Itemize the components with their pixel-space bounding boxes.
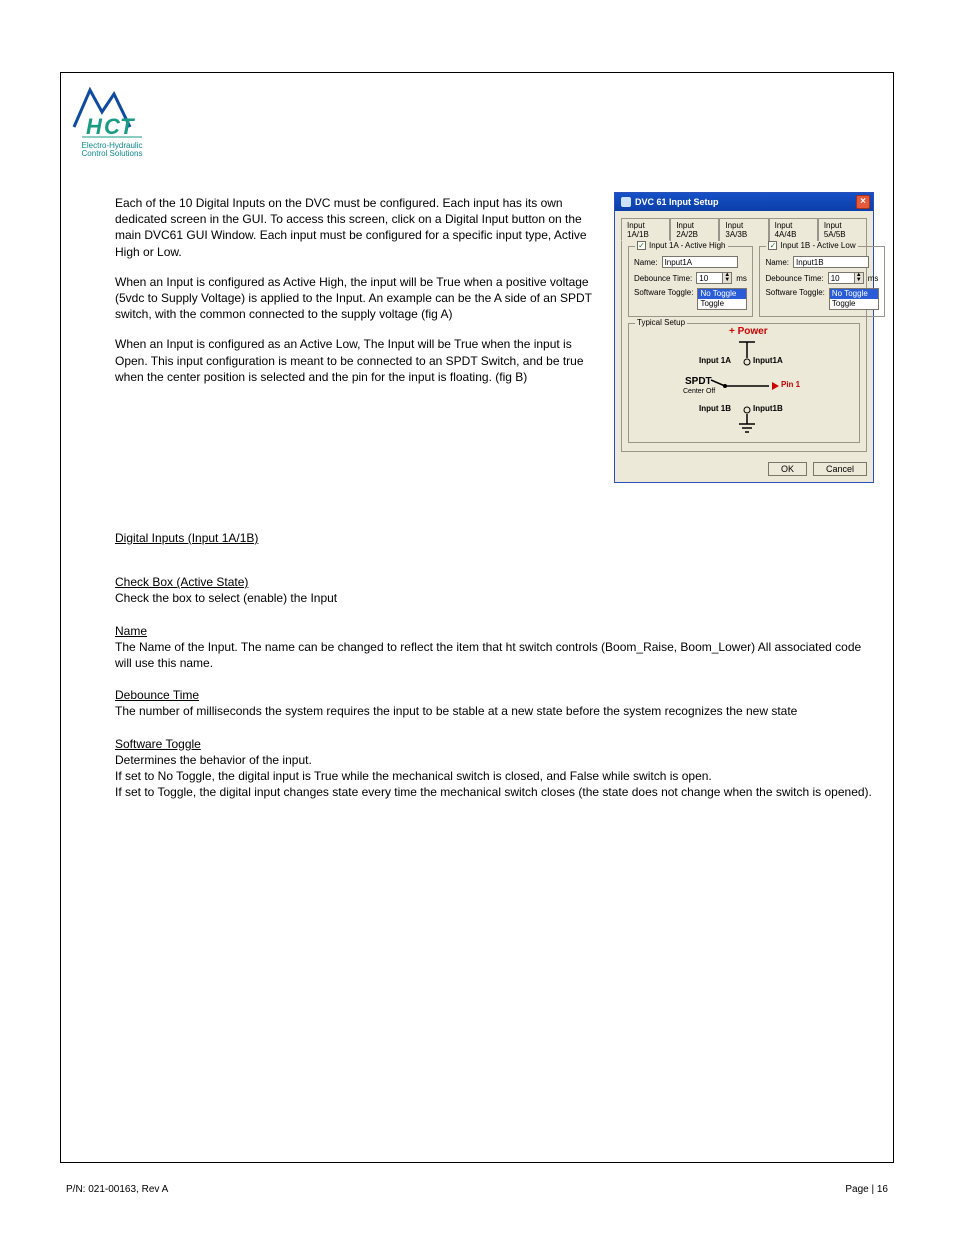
intro-paragraph-3: When an Input is configured as an Active… <box>115 336 595 385</box>
section-digital-inputs-heading: Digital Inputs (Input 1A/1B) <box>115 531 258 545</box>
section-name-text: The Name of the Input. The name can be c… <box>115 640 861 670</box>
intro-paragraph-2: When an Input is configured as Active Hi… <box>115 274 595 323</box>
dialog-title: DVC 61 Input Setup <box>635 197 719 207</box>
debounce-value-1a[interactable]: 10 <box>696 272 722 284</box>
section-checkbox-heading: Check Box (Active State) <box>115 575 248 589</box>
toggle-label-1b: Software Toggle: <box>765 288 824 297</box>
checkbox-input-1a[interactable]: ✓ <box>637 241 646 250</box>
name-field-1a[interactable]: Input1A <box>662 256 738 268</box>
svg-text:C: C <box>104 114 121 139</box>
section-toggle-heading: Software Toggle <box>115 737 201 751</box>
debounce-label-1a: Debounce Time: <box>634 274 692 283</box>
intro-text-block: Each of the 10 Digital Inputs on the DVC… <box>115 195 595 399</box>
spinner-arrows-icon[interactable]: ▲▼ <box>854 272 864 284</box>
toggle-option-no-toggle-1a[interactable]: No Toggle <box>698 289 746 299</box>
tab-input-3[interactable]: Input 3A/3B <box>719 218 768 241</box>
tab-input-4[interactable]: Input 4A/4B <box>769 218 818 241</box>
group-input-1a: ✓ Input 1A - Active High Name: Input1A D… <box>628 246 753 317</box>
footer-page-number: Page | 16 <box>845 1184 888 1195</box>
close-icon[interactable]: × <box>856 195 870 209</box>
section-checkbox-text: Check the box to select (enable) the Inp… <box>115 591 337 605</box>
spinner-arrows-icon[interactable]: ▲▼ <box>722 272 732 284</box>
debounce-unit-1a: ms <box>736 274 747 283</box>
toggle-label-1a: Software Toggle: <box>634 288 693 297</box>
app-icon <box>621 197 631 207</box>
tab-input-5[interactable]: Input 5A/5B <box>818 218 867 241</box>
tab-input-1[interactable]: Input 1A/1B <box>621 218 670 241</box>
input-1a-pin-label: Input 1A <box>699 356 731 365</box>
footer-part-number: P/N: 021-00163, Rev A <box>66 1184 168 1195</box>
input-1a-name-label: Input1A <box>753 356 783 365</box>
debounce-label-1b: Debounce Time: <box>765 274 823 283</box>
typical-setup-group: Typical Setup <box>628 323 860 443</box>
tab-input-2[interactable]: Input 2A/2B <box>670 218 719 241</box>
svg-text:H: H <box>86 114 103 139</box>
mountain-logo-icon: H C T <box>72 82 152 142</box>
debounce-stepper-1a[interactable]: 10 ▲▼ <box>696 272 732 284</box>
spdt-label: SPDT <box>685 376 712 387</box>
toggle-option-toggle-1a[interactable]: Toggle <box>698 299 746 309</box>
section-name-heading: Name <box>115 624 147 638</box>
toggle-listbox-1a[interactable]: No Toggle Toggle <box>697 288 747 310</box>
ok-button[interactable]: OK <box>768 462 807 476</box>
checkbox-input-1b[interactable]: ✓ <box>768 241 777 250</box>
logo-tagline-2: Control Solutions <box>72 150 152 158</box>
input-setup-dialog: DVC 61 Input Setup × Input 1A/1B Input 2… <box>614 192 874 483</box>
dialog-figure: DVC 61 Input Setup × Input 1A/1B Input 2… <box>614 192 874 483</box>
section-debounce-heading: Debounce Time <box>115 688 199 702</box>
input-1b-pin-label: Input 1B <box>699 404 731 413</box>
toggle-option-no-toggle-1b[interactable]: No Toggle <box>830 289 878 299</box>
wiring-diagram-icon <box>629 324 865 440</box>
section-debounce-text: The number of milliseconds the system re… <box>115 704 797 718</box>
debounce-unit-1b: ms <box>868 274 879 283</box>
dialog-titlebar: DVC 61 Input Setup × <box>615 193 873 211</box>
section-toggle-rule-2: If set to Toggle, the digital input chan… <box>115 785 872 799</box>
toggle-listbox-1b[interactable]: No Toggle Toggle <box>829 288 879 310</box>
power-label: + Power <box>729 326 768 337</box>
group-1a-legend: Input 1A - Active High <box>649 241 726 250</box>
group-1b-legend: Input 1B - Active Low <box>780 241 855 250</box>
debounce-value-1b[interactable]: 10 <box>828 272 854 284</box>
section-toggle-intro: Determines the behavior of the input. <box>115 753 312 767</box>
svg-text:T: T <box>120 114 135 139</box>
toggle-option-toggle-1b[interactable]: Toggle <box>830 299 878 309</box>
name-field-1b[interactable]: Input1B <box>793 256 869 268</box>
input-1b-name-label: Input1B <box>753 404 783 413</box>
intro-paragraph-1: Each of the 10 Digital Inputs on the DVC… <box>115 195 595 260</box>
page-footer: P/N: 021-00163, Rev A Page | 16 <box>60 1184 894 1195</box>
section-toggle-rule-1: If set to No Toggle, the digital input i… <box>115 769 712 783</box>
pin1-label: Pin 1 <box>781 380 800 389</box>
cancel-button[interactable]: Cancel <box>813 462 867 476</box>
name-label-1b: Name: <box>765 258 789 267</box>
name-label-1a: Name: <box>634 258 658 267</box>
debounce-stepper-1b[interactable]: 10 ▲▼ <box>828 272 864 284</box>
spdt-sub-label: Center Off <box>683 388 715 395</box>
group-input-1b: ✓ Input 1B - Active Low Name: Input1B De… <box>759 246 884 317</box>
tab-strip: Input 1A/1B Input 2A/2B Input 3A/3B Inpu… <box>621 217 867 241</box>
brand-logo: H C T Electro-Hydraulic Control Solution… <box>72 82 152 158</box>
